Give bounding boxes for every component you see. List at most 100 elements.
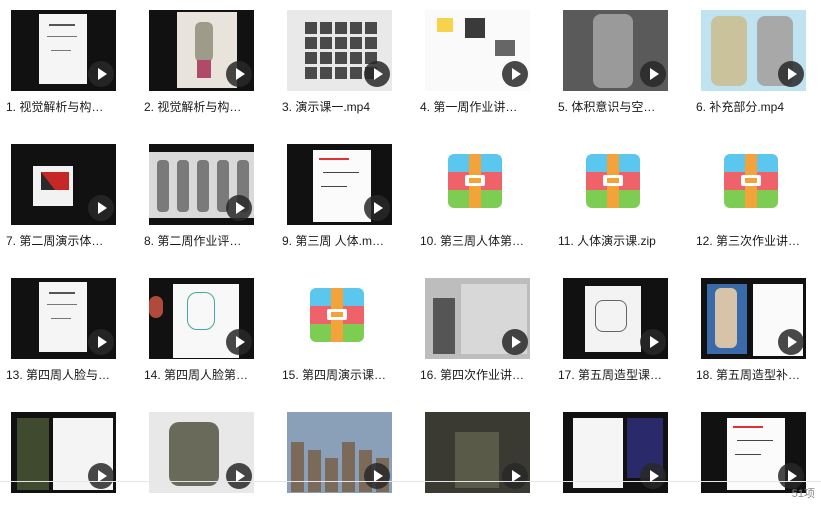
thumbnail-detail bbox=[350, 37, 362, 49]
play-icon[interactable] bbox=[640, 329, 666, 355]
file-name[interactable]: 6. 补充部分.mp4 bbox=[696, 98, 816, 115]
video-thumbnail[interactable] bbox=[287, 10, 392, 91]
thumbnail-detail bbox=[733, 426, 763, 428]
archive-icon[interactable] bbox=[448, 154, 502, 208]
video-thumbnail[interactable] bbox=[701, 278, 806, 359]
video-thumbnail[interactable] bbox=[11, 278, 116, 359]
file-tile[interactable]: 12. 第三次作业讲… bbox=[690, 134, 810, 248]
thumbnail-detail bbox=[735, 454, 761, 455]
file-name[interactable]: 7. 第二周演示体… bbox=[6, 232, 126, 249]
file-name[interactable]: 8. 第二周作业评… bbox=[144, 232, 264, 249]
play-icon[interactable] bbox=[364, 463, 390, 489]
thumbnail-detail bbox=[437, 18, 453, 32]
thumbnail-detail bbox=[47, 36, 77, 37]
file-tile[interactable]: 3. 演示课一.mp4 bbox=[276, 0, 396, 114]
file-name[interactable]: 1. 视觉解析与构… bbox=[6, 98, 126, 115]
thumbnail-detail bbox=[335, 37, 347, 49]
zip-buckle bbox=[465, 175, 485, 186]
play-icon[interactable] bbox=[364, 195, 390, 221]
thumbnail-detail bbox=[187, 292, 215, 330]
file-name[interactable]: 18. 第五周造型补… bbox=[696, 366, 816, 383]
play-icon[interactable] bbox=[88, 329, 114, 355]
video-thumbnail[interactable] bbox=[149, 278, 254, 359]
file-tile[interactable]: 8. 第二周作业评… bbox=[138, 134, 258, 248]
status-divider bbox=[0, 481, 821, 482]
play-icon[interactable] bbox=[88, 61, 114, 87]
file-tile[interactable]: 18. 第五周造型补… bbox=[690, 268, 810, 382]
play-icon[interactable] bbox=[226, 463, 252, 489]
thumbnail-detail bbox=[465, 18, 485, 38]
file-tile[interactable]: 16. 第四次作业讲… bbox=[414, 268, 534, 382]
file-tile[interactable]: 9. 第三周 人体.m… bbox=[276, 134, 396, 248]
thumbnail-detail bbox=[433, 298, 455, 354]
file-tile[interactable] bbox=[414, 402, 534, 514]
file-name[interactable]: 12. 第三次作业讲… bbox=[696, 232, 816, 249]
file-tile[interactable]: 4. 第一周作业讲… bbox=[414, 0, 534, 114]
archive-icon[interactable] bbox=[586, 154, 640, 208]
file-tile[interactable]: 5. 体积意识与空… bbox=[552, 0, 672, 114]
file-name[interactable]: 9. 第三周 人体.m… bbox=[282, 232, 402, 249]
file-tile[interactable]: 2. 视觉解析与构… bbox=[138, 0, 258, 114]
file-tile[interactable]: 1. 视觉解析与构… bbox=[0, 0, 120, 114]
file-name[interactable]: 4. 第一周作业讲… bbox=[420, 98, 540, 115]
video-thumbnail[interactable] bbox=[11, 144, 116, 225]
play-icon[interactable] bbox=[226, 61, 252, 87]
video-thumbnail[interactable] bbox=[11, 10, 116, 91]
file-tile[interactable] bbox=[276, 402, 396, 514]
thumbnail-detail bbox=[17, 418, 49, 490]
play-icon[interactable] bbox=[502, 329, 528, 355]
file-tile[interactable]: 7. 第二周演示体… bbox=[0, 134, 120, 248]
video-thumbnail[interactable] bbox=[425, 278, 530, 359]
play-icon[interactable] bbox=[778, 61, 804, 87]
thumbnail-detail bbox=[305, 37, 317, 49]
play-icon[interactable] bbox=[88, 195, 114, 221]
file-tile[interactable]: 13. 第四周人脸与… bbox=[0, 268, 120, 382]
video-thumbnail[interactable] bbox=[563, 278, 668, 359]
thumbnail-detail bbox=[335, 22, 347, 34]
play-icon[interactable] bbox=[502, 463, 528, 489]
archive-icon[interactable] bbox=[310, 288, 364, 342]
file-name[interactable]: 10. 第三周人体第… bbox=[420, 232, 540, 249]
play-icon[interactable] bbox=[640, 463, 666, 489]
file-tile[interactable]: 10. 第三周人体第… bbox=[414, 134, 534, 248]
file-name[interactable]: 2. 视觉解析与构… bbox=[144, 98, 264, 115]
thumbnail-detail bbox=[49, 292, 75, 294]
file-grid: 1. 视觉解析与构… 2. 视觉解析与构… 3. 演示课一.mp4 4. 第一周作业讲… bbox=[0, 0, 821, 493]
thumbnail-detail bbox=[51, 318, 71, 319]
file-tile[interactable]: 11. 人体演示课.zip bbox=[552, 134, 672, 248]
file-name[interactable]: 14. 第四周人脸第… bbox=[144, 366, 264, 383]
file-tile[interactable]: 15. 第四周演示课… bbox=[276, 268, 396, 382]
video-thumbnail[interactable] bbox=[149, 144, 254, 225]
file-name[interactable]: 5. 体积意识与空… bbox=[558, 98, 678, 115]
play-icon[interactable] bbox=[778, 329, 804, 355]
file-name[interactable]: 11. 人体演示课.zip bbox=[558, 232, 678, 249]
file-name[interactable]: 16. 第四次作业讲… bbox=[420, 366, 540, 383]
play-icon[interactable] bbox=[364, 61, 390, 87]
file-tile[interactable] bbox=[138, 402, 258, 514]
file-name[interactable]: 15. 第四周演示课… bbox=[282, 366, 402, 383]
video-thumbnail[interactable] bbox=[425, 10, 530, 91]
video-thumbnail[interactable] bbox=[701, 10, 806, 91]
file-tile[interactable] bbox=[0, 402, 120, 514]
item-count: 51项 bbox=[791, 488, 815, 500]
file-name[interactable]: 17. 第五周造型课… bbox=[558, 366, 678, 383]
play-icon[interactable] bbox=[226, 329, 252, 355]
file-tile[interactable] bbox=[552, 402, 672, 514]
play-icon[interactable] bbox=[640, 61, 666, 87]
thumbnail-detail bbox=[308, 450, 321, 492]
video-thumbnail[interactable] bbox=[149, 10, 254, 91]
file-name[interactable]: 13. 第四周人脸与… bbox=[6, 366, 126, 383]
file-tile[interactable]: 17. 第五周造型课… bbox=[552, 268, 672, 382]
video-thumbnail[interactable] bbox=[563, 10, 668, 91]
play-icon[interactable] bbox=[88, 463, 114, 489]
file-tile[interactable]: 6. 补充部分.mp4 bbox=[690, 0, 810, 114]
thumbnail-detail bbox=[350, 52, 362, 64]
video-thumbnail[interactable] bbox=[287, 144, 392, 225]
thumbnail-detail bbox=[169, 422, 219, 486]
play-icon[interactable] bbox=[502, 61, 528, 87]
file-name[interactable]: 3. 演示课一.mp4 bbox=[282, 98, 402, 115]
file-tile[interactable]: 14. 第四周人脸第… bbox=[138, 268, 258, 382]
archive-icon[interactable] bbox=[724, 154, 778, 208]
play-icon[interactable] bbox=[226, 195, 252, 221]
thumbnail-detail bbox=[157, 160, 169, 212]
